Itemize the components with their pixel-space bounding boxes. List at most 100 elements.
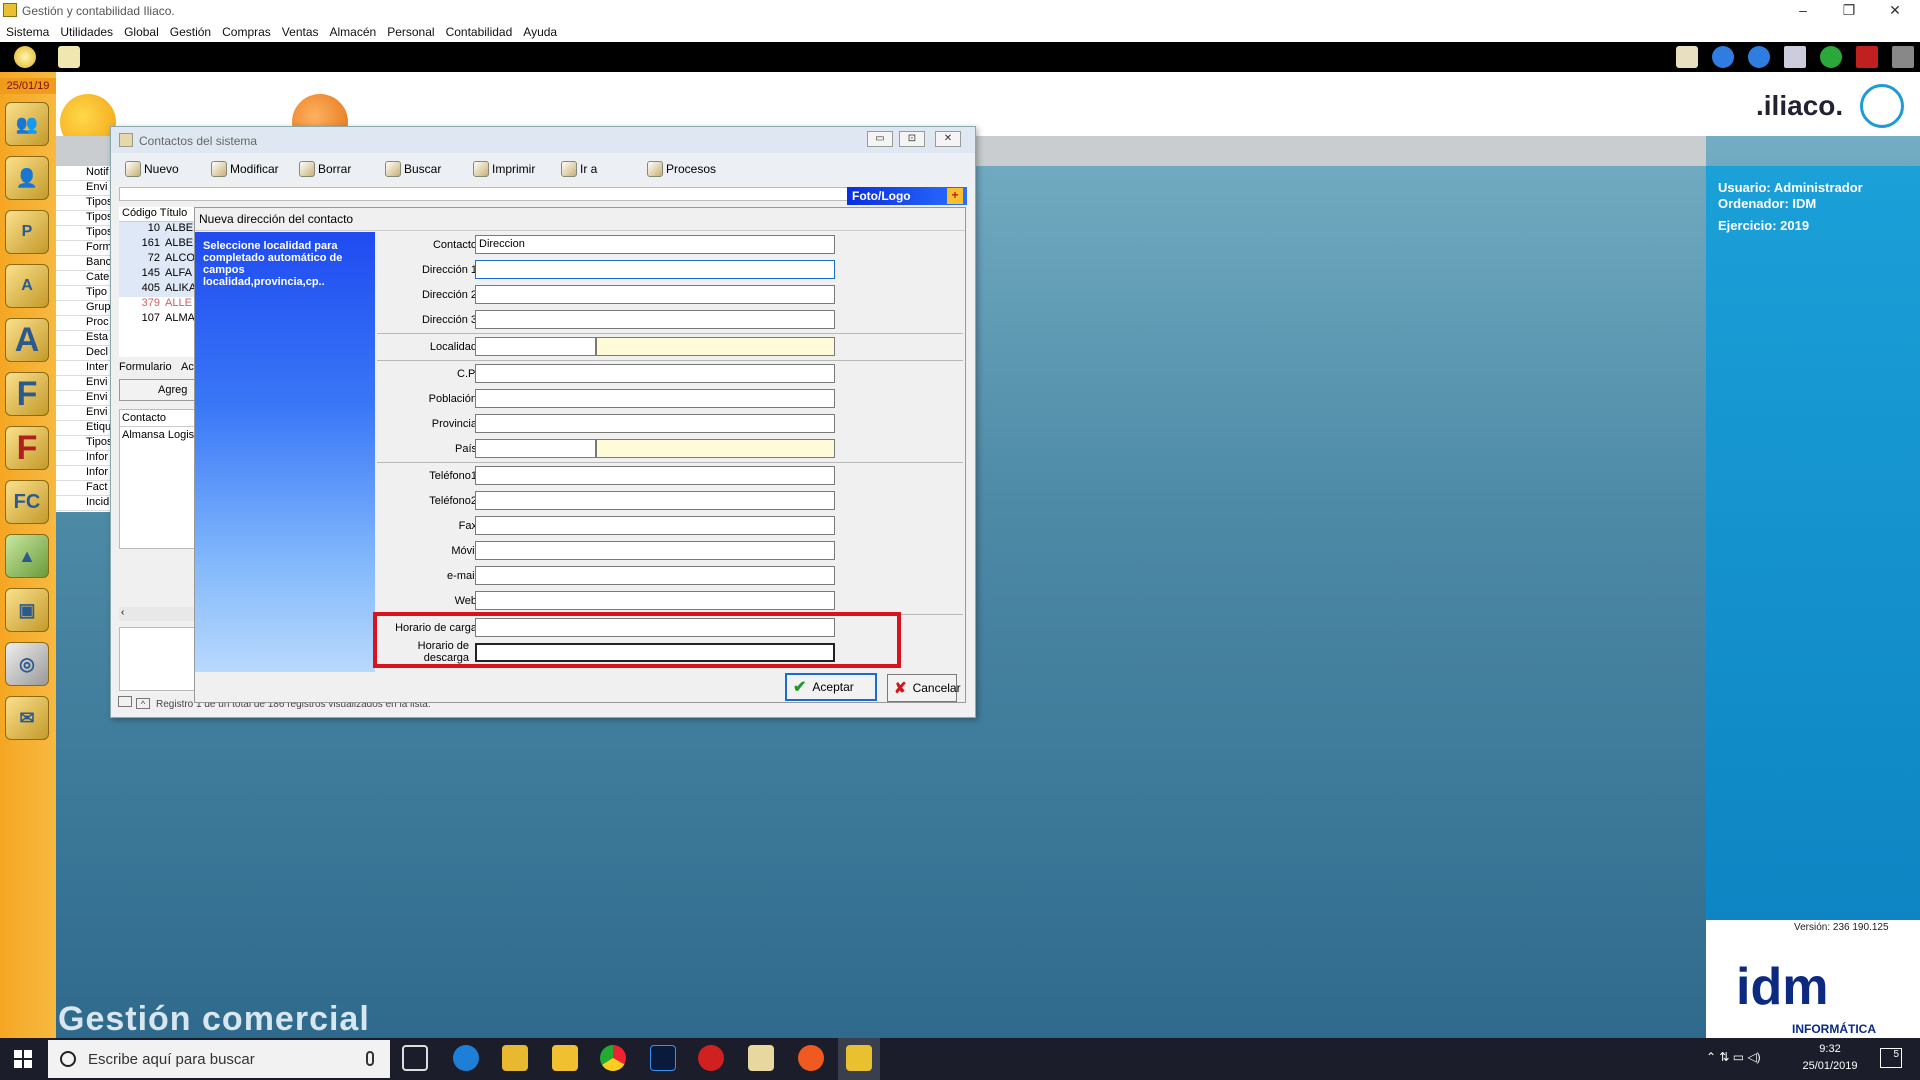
background-list-item[interactable]: Infor — [56, 451, 112, 466]
gestion-task-icon[interactable] — [846, 1045, 872, 1071]
background-list-item[interactable]: Envi — [56, 406, 112, 421]
table-row[interactable]: 72 ALCO — [119, 252, 199, 267]
folder-icon[interactable] — [552, 1045, 578, 1071]
add-photo-icon[interactable]: + — [947, 188, 963, 204]
tab-ac[interactable]: Ac — [181, 361, 194, 373]
background-list-item[interactable]: Inter — [56, 361, 112, 376]
contacts-maximize-button[interactable]: ⊡ — [899, 131, 925, 147]
contacts-minimize-button[interactable]: ▭ — [867, 131, 893, 147]
background-list-item[interactable]: Tipo — [56, 286, 112, 301]
fc-icon[interactable]: FC — [5, 480, 49, 524]
ir-a-button[interactable]: Ir a — [561, 161, 597, 177]
background-list-item[interactable]: Notif — [56, 166, 112, 181]
telefono2-input[interactable] — [475, 491, 835, 510]
edge-icon[interactable] — [453, 1045, 479, 1071]
email-input[interactable] — [475, 566, 835, 585]
explorer-folder-icon[interactable] — [502, 1045, 528, 1071]
menu-utilidades[interactable]: Utilidades — [54, 22, 118, 39]
table-row[interactable]: 379 ALLE — [119, 297, 199, 312]
background-list-item[interactable]: Incid — [56, 496, 112, 511]
exit-icon[interactable] — [1892, 46, 1914, 68]
notifications-icon[interactable]: 5 — [1880, 1048, 1902, 1068]
iliaco-task-icon[interactable] — [748, 1045, 774, 1071]
users-icon[interactable] — [58, 46, 80, 68]
agent-icon[interactable]: A — [5, 264, 49, 308]
background-list-item[interactable]: Tipos — [56, 226, 112, 241]
photoshop-icon[interactable] — [650, 1045, 676, 1071]
envelope-icon[interactable]: ✉ — [5, 696, 49, 740]
col-titulo[interactable]: Título — [160, 207, 188, 219]
windows-icon[interactable] — [1784, 46, 1806, 68]
taskbar-search[interactable]: Escribe aquí para buscar — [48, 1040, 390, 1078]
poblacion-input[interactable] — [475, 389, 835, 408]
provider-icon[interactable]: P — [5, 210, 49, 254]
disc-icon[interactable]: ◎ — [5, 642, 49, 686]
direccion3-input[interactable] — [475, 310, 835, 329]
modificar-button[interactable]: Modificar — [211, 161, 279, 177]
tray-icons[interactable]: ⌃ ⇅ ▭ ◁) — [1706, 1050, 1761, 1064]
menu-ayuda[interactable]: Ayuda — [517, 22, 562, 39]
table-row[interactable]: 10 ALBE — [119, 222, 199, 237]
windows-start-icon[interactable] — [14, 1050, 32, 1068]
home-icon[interactable] — [14, 46, 36, 68]
pais-code-input[interactable] — [475, 439, 596, 458]
background-list-item[interactable]: Etiqu — [56, 421, 112, 436]
table-row[interactable]: 161 ALBE — [119, 237, 199, 252]
aceptar-button[interactable]: ✔ Aceptar — [785, 673, 877, 701]
background-list-item[interactable]: Envi — [56, 391, 112, 406]
horizontal-scrollbar[interactable]: ‹ — [119, 607, 199, 621]
dx-icon[interactable] — [698, 1045, 724, 1071]
background-list-item[interactable]: Envi — [56, 376, 112, 391]
fax-input[interactable] — [475, 516, 835, 535]
tab-formulario[interactable]: Formulario — [119, 361, 172, 373]
menu-sistema[interactable]: Sistema — [0, 22, 54, 39]
menu-personal[interactable]: Personal — [381, 22, 439, 39]
movil-input[interactable] — [475, 541, 835, 560]
web-input[interactable] — [475, 591, 835, 610]
clock[interactable]: 9:32 25/01/2019 — [1790, 1041, 1870, 1075]
contacto-input[interactable]: Direccion — [475, 235, 835, 254]
background-list-item[interactable]: Grup — [56, 301, 112, 316]
background-list-item[interactable]: Envi — [56, 181, 112, 196]
background-list-item[interactable]: Form — [56, 241, 112, 256]
buscar-button[interactable]: Buscar — [385, 161, 441, 177]
contacts-icon[interactable]: 👥 — [5, 102, 49, 146]
background-list-item[interactable]: Esta — [56, 331, 112, 346]
menu-ventas[interactable]: Ventas — [276, 22, 324, 39]
borrar-button[interactable]: Borrar — [299, 161, 351, 177]
background-list-item[interactable]: Tipos — [56, 436, 112, 451]
table-row[interactable]: 145 ALFA — [119, 267, 199, 282]
procesos-button[interactable]: Procesos — [647, 161, 716, 177]
menu-gestion[interactable]: Gestión — [164, 22, 216, 39]
notes-box[interactable] — [119, 627, 199, 691]
table-row[interactable]: 107 ALMA — [119, 312, 199, 327]
app-task-icon[interactable] — [798, 1045, 824, 1071]
sub-grid-row[interactable]: Almansa Logis — [120, 427, 198, 443]
background-list-item[interactable]: Cate — [56, 271, 112, 286]
up-icon[interactable]: ^ — [136, 698, 150, 709]
minimize-button[interactable]: – — [1780, 0, 1826, 22]
table-row[interactable]: 405 ALIKA — [119, 282, 199, 297]
background-list-item[interactable]: Infor — [56, 466, 112, 481]
menu-compras[interactable]: Compras — [216, 22, 276, 39]
back-arrow-icon[interactable] — [1712, 46, 1734, 68]
background-list-item[interactable]: Fact — [56, 481, 112, 496]
box-icon[interactable]: ▣ — [5, 588, 49, 632]
direccion1-input[interactable] — [475, 260, 835, 279]
help-icon[interactable] — [1820, 46, 1842, 68]
client-icon[interactable]: 👤 — [5, 156, 49, 200]
close-button[interactable]: ✕ — [1872, 0, 1918, 22]
agregar-button[interactable]: Agreg — [119, 379, 199, 401]
imprimir-button[interactable]: Imprimir — [473, 161, 535, 177]
background-list-item[interactable]: Tipos — [56, 211, 112, 226]
task-view-icon[interactable] — [402, 1045, 428, 1071]
background-list-item[interactable]: Decl — [56, 346, 112, 361]
filter-bar[interactable] — [119, 187, 851, 201]
menu-almacen[interactable]: Almacén — [324, 22, 382, 39]
pais-name-input[interactable] — [596, 439, 835, 458]
provincia-input[interactable] — [475, 414, 835, 433]
chrome-icon[interactable] — [600, 1045, 626, 1071]
menu-contabilidad[interactable]: Contabilidad — [440, 22, 518, 39]
cancelar-button[interactable]: ✘ Cancelar — [887, 674, 961, 702]
restore-button[interactable]: ❐ — [1826, 0, 1872, 22]
